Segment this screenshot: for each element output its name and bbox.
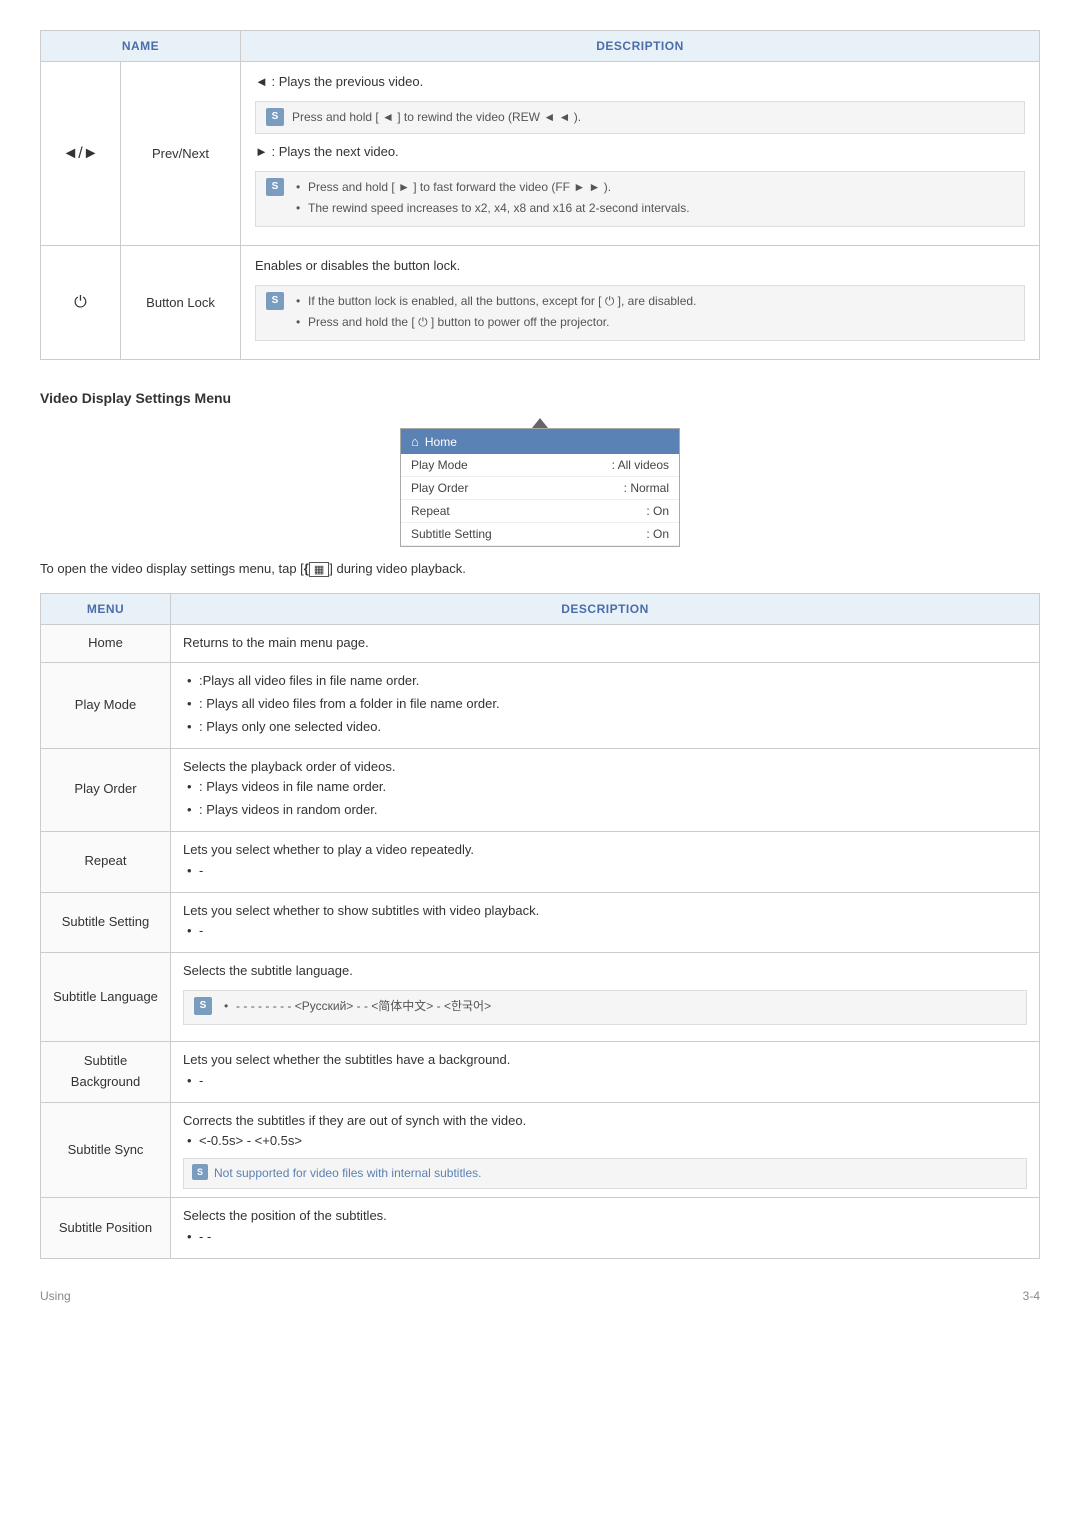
icon-cell: ◄/► bbox=[41, 62, 121, 246]
bottom-table: MENU DESCRIPTION Home Returns to the mai… bbox=[40, 593, 1040, 1259]
desc-cell: Selects the subtitle language.S - - - - … bbox=[171, 953, 1040, 1042]
list-item: - - - - - - - - <Русский> - - <简体中文> - <… bbox=[220, 997, 491, 1016]
desc-cell: Selects the position of the subtitles. -… bbox=[171, 1198, 1040, 1259]
lead-text: Lets you select whether to show subtitle… bbox=[183, 901, 1027, 922]
desc-cell: :Plays all video files in file name orde… bbox=[171, 663, 1040, 748]
desc-cell: ◄ : Plays the previous video.SPress and … bbox=[241, 62, 1040, 246]
lead-text: Lets you select whether to play a video … bbox=[183, 840, 1027, 861]
menu-label: Subtitle Setting bbox=[411, 527, 492, 541]
lead-text: Selects the subtitle language. bbox=[183, 961, 1027, 982]
table-row: ◄/► Prev/Next ◄ : Plays the previous vid… bbox=[41, 62, 1040, 246]
menu-screenshot: ⌂ Home Play Mode : All videos Play Order : … bbox=[40, 418, 1040, 547]
menu-box-header: ⌂ Home bbox=[401, 429, 679, 454]
list-item: The rewind speed increases to x2, x4, x8… bbox=[292, 199, 690, 218]
list-item: - bbox=[183, 921, 1027, 942]
list-item: - bbox=[183, 1071, 1027, 1092]
list-item: - bbox=[183, 861, 1027, 882]
desc-text: Returns to the main menu page. bbox=[183, 635, 369, 650]
menu-arrow-up bbox=[532, 418, 548, 428]
menu-label: Play Mode bbox=[411, 458, 468, 472]
list-item: If the button lock is enabled, all the b… bbox=[292, 292, 696, 311]
footer-right: 3-4 bbox=[1023, 1289, 1040, 1303]
top-table-name-header: NAME bbox=[41, 31, 241, 62]
menu-label: Repeat bbox=[411, 504, 450, 518]
menu-box-row: Subtitle Setting : On bbox=[401, 523, 679, 546]
menu-cell: Subtitle Language bbox=[41, 953, 171, 1042]
menu-cell: Subtitle Position bbox=[41, 1198, 171, 1259]
table-row: Repeat Lets you select whether to play a… bbox=[41, 831, 1040, 892]
home-icon: ⌂ bbox=[411, 434, 419, 449]
lead-text: Selects the playback order of videos. bbox=[183, 757, 1027, 778]
icon-cell: ⏻ bbox=[41, 246, 121, 360]
desc-cell: Returns to the main menu page. bbox=[171, 625, 1040, 663]
desc-cell: Lets you select whether the subtitles ha… bbox=[171, 1042, 1040, 1103]
menu-label: Play Order bbox=[411, 481, 468, 495]
table-row: ⏻ Button Lock Enables or disables the bu… bbox=[41, 246, 1040, 360]
menu-cell: Play Mode bbox=[41, 663, 171, 748]
note-text: Not supported for video files with inter… bbox=[214, 1164, 481, 1183]
lead-text: Selects the position of the subtitles. bbox=[183, 1206, 1027, 1227]
table-row: Subtitle Sync Corrects the subtitles if … bbox=[41, 1102, 1040, 1198]
menu-cell: Subtitle Sync bbox=[41, 1102, 171, 1198]
list-item: - - bbox=[183, 1227, 1027, 1248]
desc-cell: Enables or disables the button lock.SIf … bbox=[241, 246, 1040, 360]
name-cell: Button Lock bbox=[121, 246, 241, 360]
list-item: Press and hold [ ► ] to fast forward the… bbox=[292, 178, 690, 197]
list-item: :Plays all video files in file name orde… bbox=[183, 671, 1027, 692]
menu-box: ⌂ Home Play Mode : All videos Play Order : … bbox=[400, 428, 680, 547]
menu-cell: Subtitle Setting bbox=[41, 892, 171, 953]
menu-box-row: Play Order : Normal bbox=[401, 477, 679, 500]
table-row: Subtitle Language Selects the subtitle l… bbox=[41, 953, 1040, 1042]
table-row: Subtitle Background Lets you select whet… bbox=[41, 1042, 1040, 1103]
name-cell: Prev/Next bbox=[121, 62, 241, 246]
menu-value: : Normal bbox=[624, 481, 669, 495]
lead-text: Corrects the subtitles if they are out o… bbox=[183, 1111, 1027, 1132]
desc-cell: Selects the playback order of videos. : … bbox=[171, 748, 1040, 831]
list-item: Press and hold the [ ⏻ ] button to power… bbox=[292, 313, 696, 332]
table-row: Home Returns to the main menu page. bbox=[41, 625, 1040, 663]
table-row: Play Order Selects the playback order of… bbox=[41, 748, 1040, 831]
list-item: <-0.5s> - <+0.5s> bbox=[183, 1131, 1027, 1152]
table-row: Subtitle Position Selects the position o… bbox=[41, 1198, 1040, 1259]
menu-cell: Play Order bbox=[41, 748, 171, 831]
list-item: : Plays all video files from a folder in… bbox=[183, 694, 1027, 715]
menu-value: : On bbox=[646, 527, 669, 541]
menu-box-header-label: Home bbox=[425, 435, 457, 449]
bottom-table-desc-header: DESCRIPTION bbox=[171, 594, 1040, 625]
top-table-desc-header: DESCRIPTION bbox=[241, 31, 1040, 62]
list-item: : Plays only one selected video. bbox=[183, 717, 1027, 738]
page-footer: Using 3-4 bbox=[40, 1289, 1040, 1303]
footer-left: Using bbox=[40, 1289, 71, 1303]
bottom-table-menu-header: MENU bbox=[41, 594, 171, 625]
table-row: Subtitle Setting Lets you select whether… bbox=[41, 892, 1040, 953]
list-item: : Plays videos in random order. bbox=[183, 800, 1027, 821]
desc-cell: Lets you select whether to show subtitle… bbox=[171, 892, 1040, 953]
menu-value: : On bbox=[646, 504, 669, 518]
table-row: Play Mode :Plays all video files in file… bbox=[41, 663, 1040, 748]
menu-value: : All videos bbox=[612, 458, 669, 472]
desc-cell: Lets you select whether to play a video … bbox=[171, 831, 1040, 892]
top-table: NAME DESCRIPTION ◄/► Prev/Next ◄ : Plays… bbox=[40, 30, 1040, 360]
menu-box-row: Repeat : On bbox=[401, 500, 679, 523]
menu-cell: Home bbox=[41, 625, 171, 663]
section-title: Video Display Settings Menu bbox=[40, 390, 1040, 406]
menu-instruction: To open the video display settings menu,… bbox=[40, 561, 1040, 577]
list-item: : Plays videos in file name order. bbox=[183, 777, 1027, 798]
menu-cell: Subtitle Background bbox=[41, 1042, 171, 1103]
menu-box-row: Play Mode : All videos bbox=[401, 454, 679, 477]
menu-cell: Repeat bbox=[41, 831, 171, 892]
lead-text: Lets you select whether the subtitles ha… bbox=[183, 1050, 1027, 1071]
desc-cell: Corrects the subtitles if they are out o… bbox=[171, 1102, 1040, 1198]
